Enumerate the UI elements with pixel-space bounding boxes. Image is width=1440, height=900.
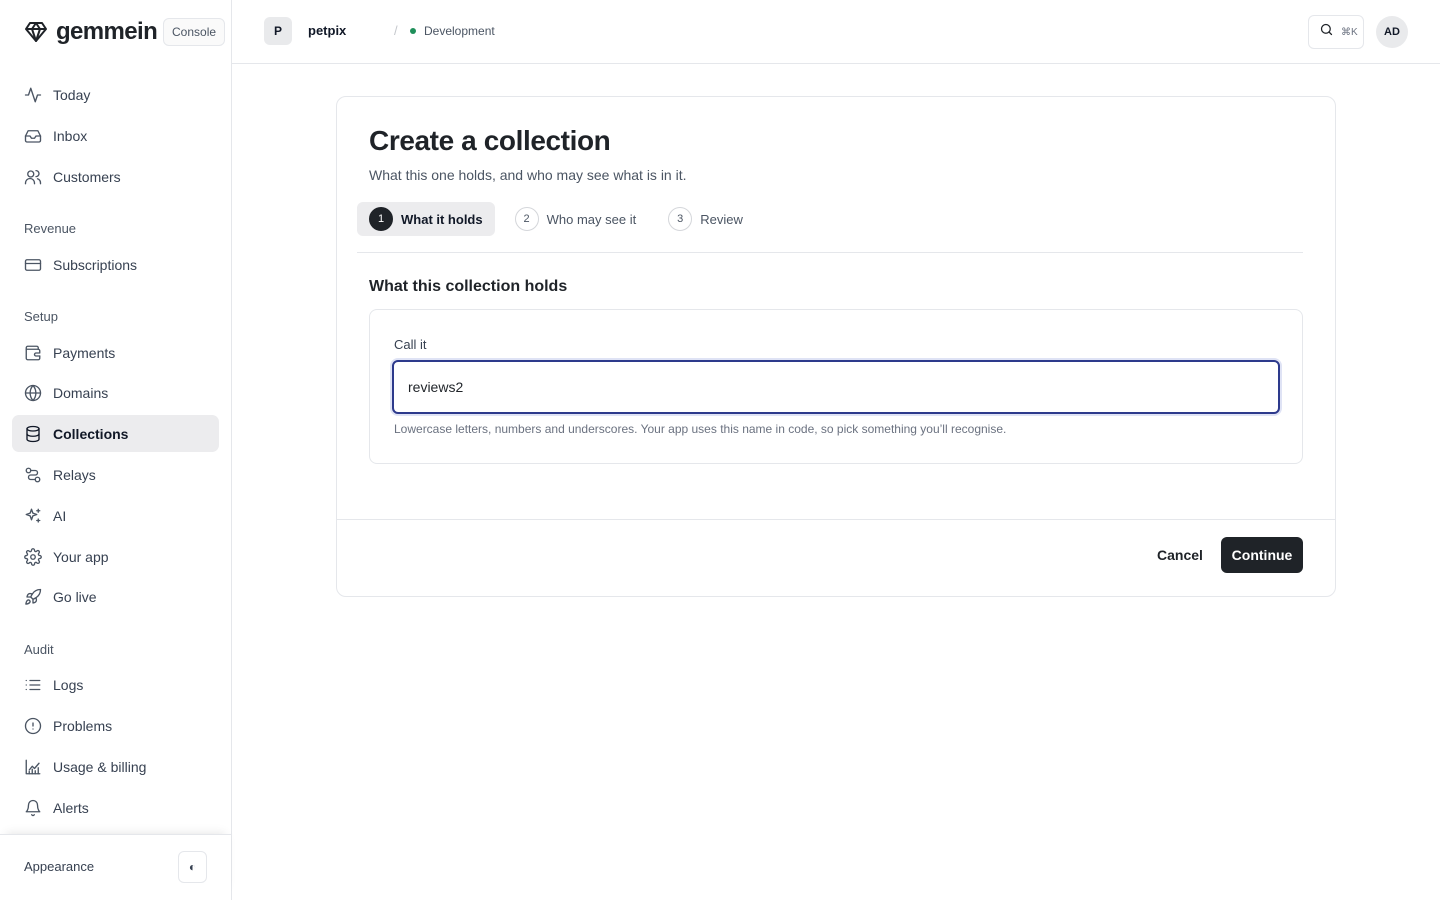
sidebar-item-label: Problems xyxy=(53,717,113,734)
page-subtitle: What this one holds, and who may see wha… xyxy=(369,167,687,183)
continue-button[interactable]: Continue xyxy=(1221,537,1303,573)
sidebar-item-label: Subscriptions xyxy=(53,256,138,273)
database-icon xyxy=(24,425,42,443)
console-badge: Console xyxy=(163,18,226,46)
wallet-icon xyxy=(24,344,42,362)
activity-icon xyxy=(24,86,42,104)
gear-icon xyxy=(24,547,42,566)
route-icon xyxy=(24,466,42,484)
gem-icon xyxy=(24,20,48,44)
divider xyxy=(337,519,1335,520)
sidebar-item-collections[interactable]: Collections xyxy=(12,415,219,452)
divider xyxy=(357,252,1303,253)
inbox-icon xyxy=(24,127,42,145)
sidebar-item-domains[interactable]: Domains xyxy=(12,374,219,411)
globe-icon xyxy=(24,384,42,402)
sidebar-item-subscriptions[interactable]: Subscriptions xyxy=(12,246,219,283)
user-avatar[interactable]: AD xyxy=(1376,16,1408,48)
sidebar-item-label: Domains xyxy=(53,384,109,401)
step-label: Who may see it xyxy=(546,211,637,227)
section-title: What this collection holds xyxy=(369,278,568,295)
sidebar: gemmein Console Today Inbox Customers Re… xyxy=(0,0,232,900)
sidebar-item-relays[interactable]: Relays xyxy=(12,456,219,493)
environment-status-dot xyxy=(410,28,416,34)
sidebar-item-today[interactable]: Today xyxy=(12,76,219,113)
sparkles-icon xyxy=(24,507,42,525)
sidebar-item-label: Customers xyxy=(53,168,121,185)
sidebar-item-label: Today xyxy=(53,86,91,103)
sidebar-item-go-live[interactable]: Go live xyxy=(12,578,219,615)
step-number: 1 xyxy=(369,207,393,231)
sidebar-item-usage-billing[interactable]: Usage & billing xyxy=(12,748,219,785)
step-review[interactable]: 3 Review xyxy=(656,202,755,236)
sidebar-item-label: Go live xyxy=(53,588,97,605)
sidebar-item-label: Payments xyxy=(53,344,116,361)
breadcrumb-separator: / xyxy=(394,23,398,38)
credit-card-icon xyxy=(24,256,42,274)
step-what-it-holds[interactable]: 1 What it holds xyxy=(357,202,495,236)
step-number: 3 xyxy=(668,207,693,231)
sidebar-item-alerts[interactable]: Alerts xyxy=(12,789,219,826)
create-collection-card: Create a collection What this one holds,… xyxy=(336,96,1336,597)
sidebar-item-label: Inbox xyxy=(53,127,88,144)
chart-icon xyxy=(24,758,42,776)
users-icon xyxy=(24,168,42,186)
theme-toggle-button[interactable]: ◐ xyxy=(178,851,207,883)
sidebar-item-label: Relays xyxy=(53,466,96,483)
sidebar-item-your-app[interactable]: Your app xyxy=(12,538,219,575)
sidebar-item-payments[interactable]: Payments xyxy=(12,334,219,371)
rocket-icon xyxy=(24,588,42,606)
list-icon xyxy=(24,676,42,694)
page-title: Create a collection xyxy=(369,125,611,156)
search-shortcut: ⌘K xyxy=(1341,26,1358,38)
section-label-revenue: Revenue xyxy=(24,221,77,236)
project-avatar[interactable]: P xyxy=(264,17,292,45)
name-field-group: Call it Lowercase letters, numbers and u… xyxy=(369,309,1303,464)
sidebar-item-label: Usage & billing xyxy=(53,758,147,775)
environment-label[interactable]: Development xyxy=(424,24,495,38)
topbar: P petpix / Development ⌘K AD xyxy=(232,0,1440,64)
sidebar-item-label: Collections xyxy=(53,425,129,442)
brand-name: gemmein xyxy=(56,18,158,45)
name-field-help: Lowercase letters, numbers and underscor… xyxy=(394,422,1007,436)
sidebar-item-label: Your app xyxy=(53,548,109,565)
name-field-label: Call it xyxy=(394,337,427,352)
sidebar-footer: Appearance ◐ xyxy=(0,834,231,900)
brand-logo[interactable]: gemmein xyxy=(24,18,158,45)
sidebar-item-problems[interactable]: Problems xyxy=(12,707,219,744)
step-number: 2 xyxy=(514,207,539,231)
sidebar-item-label: Logs xyxy=(53,676,84,693)
section-label-setup: Setup xyxy=(24,309,58,324)
search-icon xyxy=(1319,22,1334,42)
step-label: Review xyxy=(700,211,743,227)
sidebar-item-inbox[interactable]: Inbox xyxy=(12,117,219,154)
contrast-icon: ◐ xyxy=(188,860,197,874)
cancel-button[interactable]: Cancel xyxy=(1145,537,1215,573)
step-label: What it holds xyxy=(401,211,483,227)
sidebar-item-ai[interactable]: AI xyxy=(12,497,219,534)
wizard-steps: 1 What it holds 2 Who may see it 3 Revie… xyxy=(357,202,763,236)
appearance-label: Appearance xyxy=(24,859,95,874)
sidebar-item-label: Alerts xyxy=(53,799,89,816)
search-button[interactable]: ⌘K xyxy=(1308,15,1364,49)
sidebar-item-logs[interactable]: Logs xyxy=(12,666,219,703)
sidebar-item-customers[interactable]: Customers xyxy=(12,158,219,195)
sidebar-item-label: AI xyxy=(53,507,67,524)
bell-icon xyxy=(24,799,42,817)
step-who-may-see-it[interactable]: 2 Who may see it xyxy=(503,202,649,236)
collection-name-input[interactable] xyxy=(392,360,1280,414)
alert-circle-icon xyxy=(24,717,42,735)
project-name[interactable]: petpix xyxy=(308,23,346,38)
section-label-audit: Audit xyxy=(24,642,54,657)
